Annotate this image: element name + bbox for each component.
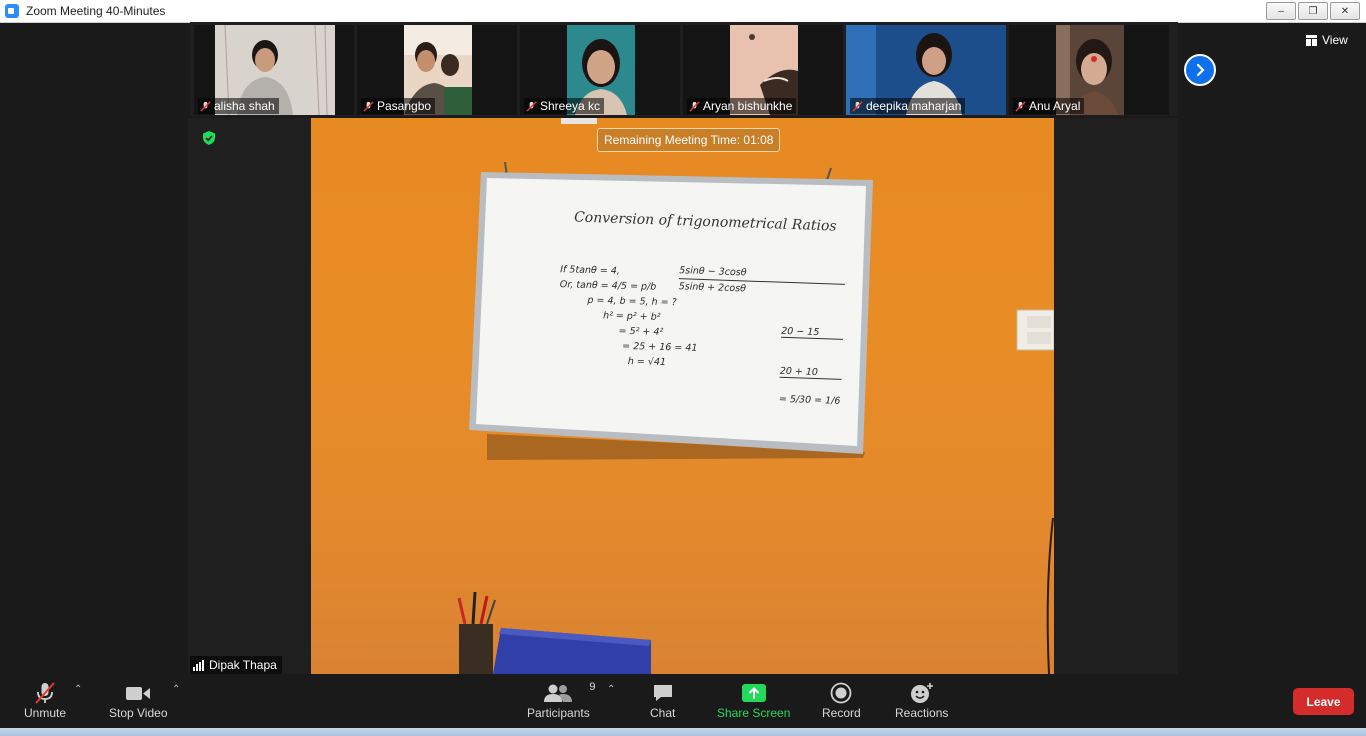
whiteboard-line: 20 + 10 [779, 365, 842, 380]
participants-icon [544, 684, 573, 702]
video-camera-icon [126, 687, 151, 700]
muted-mic-icon [852, 100, 863, 112]
video-options-caret-icon[interactable]: ⌃ [172, 684, 180, 695]
participant-name-label: alisha shah [198, 98, 279, 114]
meeting-controls-toolbar: Unmute ⌃ Stop Video ⌃ 9 Participants ⌃ C… [0, 676, 1366, 728]
whiteboard-line: = 5/30 = 1/6 [778, 393, 841, 407]
participant-gallery-strip: alisha shah Pasangbo Shreeya kc Aryan bi… [190, 22, 1178, 116]
minimize-button[interactable]: – [1266, 2, 1296, 20]
remaining-time-banner: Remaining Meeting Time: 01:08 [597, 128, 781, 152]
audio-options-caret-icon[interactable]: ⌃ [74, 684, 82, 695]
participant-name-label: Aryan bishunkhe [687, 98, 797, 114]
participant-tile[interactable]: Pasangbo [357, 25, 517, 115]
participants-button[interactable]: 9 Participants [527, 680, 595, 720]
signal-strength-icon [193, 659, 204, 671]
zoom-app-icon [5, 4, 19, 18]
chat-button[interactable]: Chat [650, 680, 675, 720]
title-bar: Zoom Meeting 40-Minutes – ❐ ✕ [0, 0, 1366, 23]
chat-label: Chat [650, 706, 676, 720]
participant-name: Anu Aryal [1029, 99, 1081, 113]
unmute-label: Unmute [24, 706, 67, 720]
record-icon [830, 682, 852, 704]
participant-tile[interactable]: alisha shah [194, 25, 354, 115]
participants-count-badge: 9 [589, 681, 596, 693]
encryption-shield-icon[interactable] [202, 131, 216, 145]
participant-name-label: Pasangbo [361, 98, 436, 114]
unmute-button[interactable]: Unmute [24, 680, 66, 720]
muted-mic-icon [363, 100, 374, 112]
participants-options-caret-icon[interactable]: ⌃ [607, 684, 615, 695]
chevron-right-icon [1196, 63, 1205, 77]
participant-name-label: deepika maharjan [850, 98, 966, 114]
restore-button[interactable]: ❐ [1298, 2, 1328, 20]
close-button[interactable]: ✕ [1330, 2, 1360, 20]
participant-name: Aryan bishunkhe [703, 99, 793, 113]
participant-tile[interactable]: deepika maharjan [846, 25, 1006, 115]
active-speaker-name: Dipak Thapa [209, 658, 277, 672]
muted-mic-icon [526, 100, 537, 112]
participant-name: alisha shah [214, 99, 275, 113]
reactions-smiley-icon [910, 683, 933, 703]
participant-tile[interactable]: Anu Aryal [1009, 25, 1169, 115]
whiteboard-line: 20 − 15 [780, 325, 843, 340]
window-title: Zoom Meeting 40-Minutes [26, 4, 166, 18]
view-label: View [1322, 33, 1348, 47]
os-taskbar-edge [0, 728, 1366, 736]
muted-mic-icon [200, 100, 211, 112]
participant-name-label: Shreeya kc [524, 98, 605, 114]
grid-view-icon [1306, 34, 1317, 46]
participant-name-label: Anu Aryal [1013, 98, 1085, 114]
active-speaker-label: Dipak Thapa [190, 656, 282, 674]
participant-name: Pasangbo [377, 99, 432, 113]
view-button[interactable]: View [1306, 33, 1348, 47]
participant-name: deepika maharjan [866, 99, 962, 113]
next-page-button[interactable] [1184, 54, 1216, 86]
record-button[interactable]: Record [822, 680, 861, 720]
chat-bubble-icon [653, 685, 672, 701]
muted-mic-icon [1015, 100, 1026, 112]
active-speaker-stage: Conversion of trigonometrical Ratios If … [188, 118, 1178, 674]
reactions-label: Reactions [895, 706, 949, 720]
muted-mic-icon [35, 682, 55, 704]
participant-tile[interactable]: Aryan bishunkhe [683, 25, 843, 115]
participant-name: Shreeya kc [540, 99, 601, 113]
muted-mic-icon [689, 100, 700, 112]
share-screen-icon [741, 684, 766, 702]
speaker-video: Conversion of trigonometrical Ratios If … [311, 118, 1054, 674]
participants-label: Participants [527, 706, 590, 720]
stop-video-button[interactable]: Stop Video [109, 680, 168, 720]
record-label: Record [822, 706, 861, 720]
participant-tile[interactable]: Shreeya kc [520, 25, 680, 115]
leave-meeting-button[interactable]: Leave [1293, 688, 1354, 715]
window-controls: – ❐ ✕ [1266, 2, 1360, 20]
whiteboard-solution-work: 5sinθ − 3cosθ 5sinθ + 2cosθ 20 − 15 20 +… [675, 265, 845, 407]
share-screen-label: Share Screen [717, 706, 791, 720]
reactions-button[interactable]: Reactions [895, 680, 948, 720]
share-screen-button[interactable]: Share Screen [717, 680, 790, 720]
stop-video-label: Stop Video [109, 706, 168, 720]
